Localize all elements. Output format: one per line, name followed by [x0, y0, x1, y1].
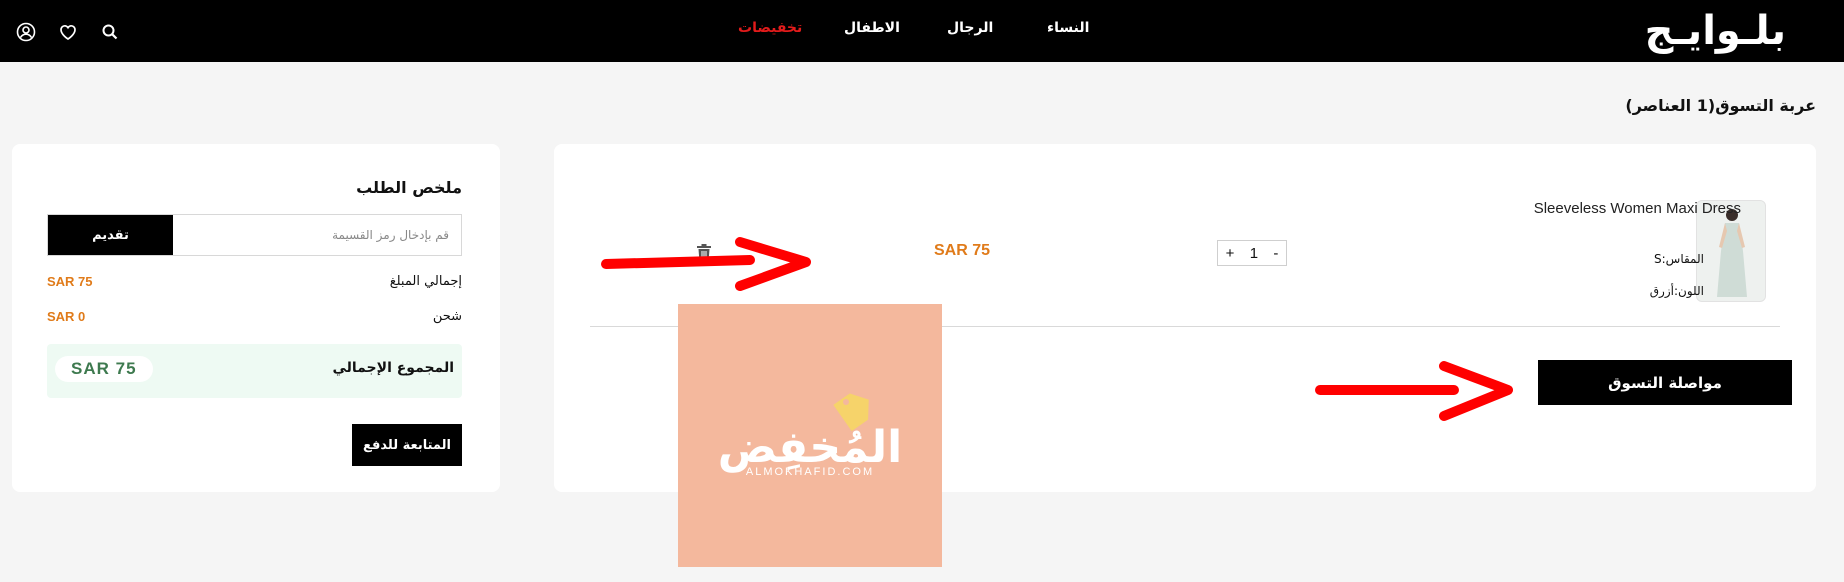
- brand-logo[interactable]: بلـوايـج: [1598, 6, 1786, 54]
- nav-sale[interactable]: تخفيضات: [738, 20, 802, 36]
- product-color: اللون:أزرق: [1649, 284, 1704, 298]
- watermark-url: ALMOKHAFID.COM: [745, 466, 875, 478]
- page-title: عربة التسوق(1 العناصر): [1625, 96, 1816, 115]
- subtotal-value: SAR 75: [47, 274, 93, 289]
- grand-total-label: المجموع الإجمالي: [332, 360, 454, 376]
- summary-title: ملخص الطلب: [356, 178, 462, 197]
- top-header: تخفيضات الاطفال الرجال النساء بلـوايـج: [0, 0, 1844, 62]
- product-size: المقاس:S: [1654, 252, 1704, 266]
- annotation-arrow-2: [1315, 361, 1513, 421]
- subtotal-label: إجمالي المبلغ: [389, 274, 462, 289]
- grand-total-box: المجموع الإجمالي SAR 75: [47, 344, 462, 398]
- qty-minus-button[interactable]: -: [1270, 245, 1281, 262]
- watermark-logo: المُخفِض ALMOKHAFID.COM: [678, 304, 942, 567]
- qty-value: 1: [1249, 244, 1259, 262]
- quantity-stepper: + 1 -: [1217, 240, 1287, 266]
- nav-kids[interactable]: الاطفال: [844, 20, 900, 36]
- product-name[interactable]: Sleeveless Women Maxi Dress: [1531, 194, 1741, 223]
- checkout-button[interactable]: المتابعة للدفع: [352, 424, 462, 466]
- item-price: SAR 75: [934, 242, 991, 259]
- heart-icon[interactable]: [56, 20, 80, 44]
- shipping-label: شحن: [432, 309, 462, 324]
- annotation-arrow-1: [601, 237, 811, 291]
- user-icon[interactable]: [14, 20, 38, 44]
- order-summary-card: ملخص الطلب تقديم إجمالي المبلغ SAR 75 شح…: [12, 144, 500, 492]
- search-icon[interactable]: [98, 20, 122, 44]
- qty-plus-button[interactable]: +: [1223, 245, 1238, 262]
- svg-text:بلـوايـج: بلـوايـج: [1645, 8, 1786, 54]
- shipping-value: SAR 0: [47, 309, 86, 324]
- coupon-input[interactable]: [173, 215, 461, 255]
- header-icons: [14, 20, 122, 44]
- coupon-form: تقديم: [47, 214, 462, 256]
- nav-men[interactable]: الرجال: [947, 20, 993, 36]
- nav-women[interactable]: النساء: [1047, 20, 1089, 36]
- grand-total-value: SAR 75: [55, 356, 153, 382]
- continue-shopping-button[interactable]: مواصلة التسوق: [1538, 360, 1792, 405]
- apply-coupon-button[interactable]: تقديم: [48, 215, 173, 255]
